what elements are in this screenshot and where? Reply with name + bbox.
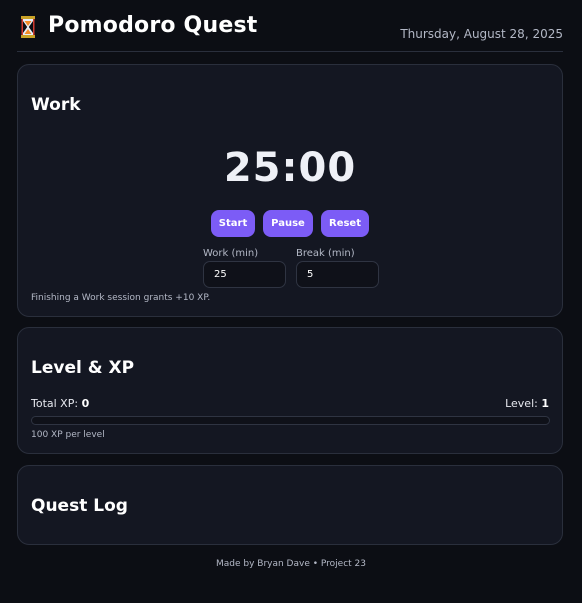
session-heading: Work bbox=[31, 95, 81, 115]
timer-display: 25:00 bbox=[223, 145, 357, 191]
total-xp-value: 0 bbox=[81, 397, 90, 410]
level-indicator: Level: 1 bbox=[505, 397, 549, 410]
total-xp: Total XP: 0 bbox=[31, 397, 89, 410]
hourglass-icon bbox=[21, 16, 35, 38]
pause-button[interactable]: Pause bbox=[263, 210, 313, 237]
work-minutes-input[interactable] bbox=[203, 261, 286, 288]
xp-progress-bar bbox=[31, 416, 550, 425]
reset-button[interactable]: Reset bbox=[321, 210, 369, 237]
xp-per-level-hint: 100 XP per level bbox=[31, 430, 105, 440]
current-date: Thursday, August 28, 2025 bbox=[400, 27, 563, 41]
quest-log-heading: Quest Log bbox=[31, 496, 128, 516]
start-button[interactable]: Start bbox=[211, 210, 255, 237]
level-value: 1 bbox=[541, 397, 549, 410]
level-label: Level: bbox=[505, 397, 538, 410]
timer-controls: Start Pause Reset bbox=[211, 210, 369, 237]
header: Pomodoro Quest Thursday, August 28, 2025 bbox=[17, 0, 563, 52]
footer: Made by Bryan Dave • Project 23 bbox=[215, 559, 367, 569]
timer-card: Work 25:00 Start Pause Reset Work (min) … bbox=[17, 64, 563, 317]
app-root: Pomodoro Quest Thursday, August 28, 2025… bbox=[0, 0, 582, 603]
level-xp-card: Level & XP Total XP: 0 Level: 1 100 XP p… bbox=[17, 327, 563, 454]
break-minutes-input[interactable] bbox=[296, 261, 379, 288]
quest-log-card: Quest Log bbox=[17, 465, 563, 545]
work-minutes-label: Work (min) bbox=[203, 248, 259, 259]
app-title: Pomodoro Quest bbox=[48, 13, 258, 38]
level-xp-heading: Level & XP bbox=[31, 358, 135, 378]
break-minutes-label: Break (min) bbox=[296, 248, 355, 259]
total-xp-label: Total XP: bbox=[31, 397, 79, 410]
xp-reward-hint: Finishing a Work session grants +10 XP. bbox=[31, 293, 211, 303]
